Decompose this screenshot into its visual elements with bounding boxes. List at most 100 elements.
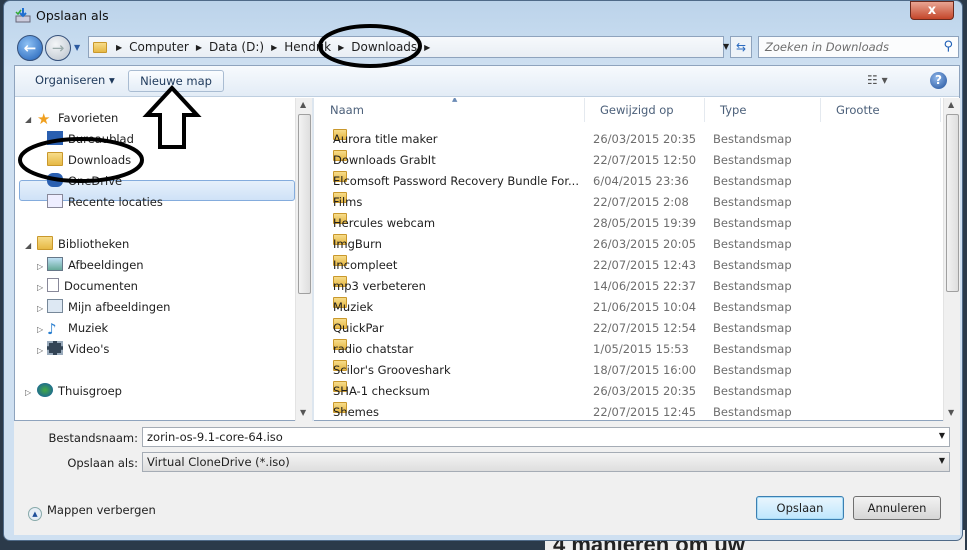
forward-button[interactable]: → xyxy=(45,35,71,61)
chevron-right-icon[interactable]: ▶ xyxy=(421,43,433,52)
save-options: Bestandsnaam: zorin-os-9.1-core-64.iso ▼ … xyxy=(14,421,960,535)
search-icon[interactable]: ⚲ xyxy=(943,39,953,54)
search-placeholder: Zoeken in Downloads xyxy=(765,40,889,54)
scroll-thumb[interactable] xyxy=(946,114,959,292)
refresh-button[interactable]: ⇆ xyxy=(730,36,752,58)
expand-icon[interactable]: ▷ xyxy=(37,346,43,355)
chevron-right-icon[interactable]: ▶ xyxy=(268,43,280,52)
file-row[interactable]: Aurora title maker 26/03/2015 20:35 Best… xyxy=(315,129,943,150)
nav-scrollbar[interactable]: ▲ ▼ xyxy=(295,98,312,421)
expand-icon[interactable]: ▷ xyxy=(25,388,31,397)
nav-item-recent[interactable]: Recente locaties xyxy=(47,192,163,212)
scroll-down-icon[interactable]: ▼ xyxy=(300,408,306,417)
file-row[interactable]: Incompleet 22/07/2015 12:43 Bestandsmap xyxy=(315,255,943,276)
dropdown-arrow-icon[interactable]: ▼ xyxy=(939,431,945,440)
save-button[interactable]: Opslaan xyxy=(756,496,844,520)
cancel-button[interactable]: Annuleren xyxy=(853,496,941,520)
nav-homegroup[interactable]: Thuisgroep xyxy=(37,381,122,401)
nav-label: Favorieten xyxy=(58,111,119,125)
file-row[interactable]: Downloads GrabIt 22/07/2015 12:50 Bestan… xyxy=(315,150,943,171)
nav-libraries[interactable]: Bibliotheken xyxy=(37,234,129,254)
expand-icon[interactable]: ▷ xyxy=(37,262,43,271)
file-row[interactable]: Muziek 21/06/2015 10:04 Bestandsmap xyxy=(315,297,943,318)
arrow-right-icon: → xyxy=(51,39,65,57)
chevron-right-icon[interactable]: ▶ xyxy=(193,43,205,52)
homegroup-icon xyxy=(37,383,53,397)
column-header-name[interactable]: Naam xyxy=(315,98,585,122)
help-icon[interactable]: ? xyxy=(930,72,947,89)
file-modified: 22/07/2015 2:08 xyxy=(593,195,689,209)
history-dropdown-icon[interactable]: ▼ xyxy=(74,43,80,52)
view-options-icon[interactable]: ☷ ▾ xyxy=(867,70,888,92)
file-row[interactable]: QuickPar 22/07/2015 12:54 Bestandsmap xyxy=(315,318,943,339)
nav-item-videos[interactable]: Video's xyxy=(47,339,109,359)
breadcrumb-data-d[interactable]: Data (D:) xyxy=(205,40,268,54)
file-list: Naam Gewijzigd op Type Grootte ▲ Aurora … xyxy=(315,98,943,421)
nav-item-pictures[interactable]: Afbeeldingen xyxy=(47,255,144,275)
chevron-up-icon: ▲ xyxy=(28,507,42,521)
save-type-value: Virtual CloneDrive (*.iso) xyxy=(147,455,290,469)
nav-item-documents[interactable]: Documenten xyxy=(47,276,138,296)
file-name: Aurora title maker xyxy=(333,132,438,146)
nav-favorites[interactable]: ★ Favorieten xyxy=(37,108,118,128)
new-folder-button[interactable]: Nieuwe map xyxy=(128,70,224,92)
organize-menu[interactable]: Organiseren ▾ xyxy=(35,70,115,92)
column-header-modified[interactable]: Gewijzigd op xyxy=(585,98,705,122)
file-modified: 26/03/2015 20:35 xyxy=(593,132,697,146)
file-row[interactable]: ImgBurn 26/03/2015 20:05 Bestandsmap xyxy=(315,234,943,255)
scroll-thumb[interactable] xyxy=(298,114,311,294)
file-name: SHA-1 checksum xyxy=(333,384,430,398)
back-button[interactable]: ← xyxy=(17,35,43,61)
breadcrumb-computer[interactable]: Computer xyxy=(125,40,193,54)
file-row[interactable]: Scilor's Grooveshark 18/07/2015 16:00 Be… xyxy=(315,360,943,381)
nav-label: Bibliotheken xyxy=(58,237,130,251)
nav-item-desktop[interactable]: Bureaublad xyxy=(47,129,134,149)
file-modified: 28/05/2015 19:39 xyxy=(593,216,697,230)
pane-divider[interactable] xyxy=(312,98,314,421)
column-header-type[interactable]: Type xyxy=(705,98,821,122)
file-list-scrollbar[interactable]: ▲ ▼ xyxy=(943,98,960,421)
recent-places-icon xyxy=(47,194,63,208)
scroll-up-icon[interactable]: ▲ xyxy=(300,100,306,109)
file-row[interactable]: radio chatstar 1/05/2015 15:53 Bestandsm… xyxy=(315,339,943,360)
document-icon xyxy=(47,278,59,292)
file-modified: 26/03/2015 20:05 xyxy=(593,237,697,251)
hide-folders-toggle[interactable]: ▲ Mappen verbergen xyxy=(28,503,156,521)
arrow-left-icon: ← xyxy=(23,39,37,57)
file-modified: 22/07/2015 12:54 xyxy=(593,321,697,335)
filename-input[interactable]: zorin-os-9.1-core-64.iso ▼ xyxy=(142,427,950,447)
nav-label: OneDrive xyxy=(68,174,123,188)
file-row[interactable]: mp3 verbeteren 14/06/2015 22:37 Bestands… xyxy=(315,276,943,297)
collapse-icon[interactable]: ◢ xyxy=(25,241,31,250)
scroll-up-icon[interactable]: ▲ xyxy=(948,100,954,109)
file-row[interactable]: Hercules webcam 28/05/2015 19:39 Bestand… xyxy=(315,213,943,234)
file-name: Muziek xyxy=(333,300,374,314)
file-row[interactable]: Shemes 22/07/2015 12:45 Bestandsmap xyxy=(315,402,943,421)
nav-item-music[interactable]: ♪ Muziek xyxy=(47,318,108,338)
close-button[interactable]: x xyxy=(910,1,954,20)
scroll-down-icon[interactable]: ▼ xyxy=(948,408,954,417)
expand-icon[interactable]: ▷ xyxy=(37,325,43,334)
collapse-icon[interactable]: ◢ xyxy=(25,115,31,124)
file-type: Bestandsmap xyxy=(713,363,792,377)
nav-item-my-pictures[interactable]: Mijn afbeeldingen xyxy=(47,297,170,317)
file-row[interactable]: SHA-1 checksum 26/03/2015 20:35 Bestands… xyxy=(315,381,943,402)
expand-icon[interactable]: ▷ xyxy=(37,283,43,292)
address-bar[interactable]: ▶ Computer ▶ Data (D:) ▶ Hendrik ▶ Downl… xyxy=(88,36,724,58)
save-type-select[interactable]: Virtual CloneDrive (*.iso) ▼ xyxy=(142,452,950,472)
nav-label: Bureaublad xyxy=(68,132,134,146)
breadcrumb-downloads[interactable]: Downloads xyxy=(347,40,421,54)
chevron-right-icon[interactable]: ▶ xyxy=(335,43,347,52)
search-input[interactable]: Zoeken in Downloads ⚲ xyxy=(758,36,959,58)
breadcrumb-hendrik[interactable]: Hendrik xyxy=(280,40,335,54)
file-row[interactable]: Films 22/07/2015 2:08 Bestandsmap xyxy=(315,192,943,213)
file-modified: 22/07/2015 12:45 xyxy=(593,405,697,419)
column-header-size[interactable]: Grootte xyxy=(821,98,941,122)
chevron-right-icon[interactable]: ▶ xyxy=(113,43,125,52)
expand-icon[interactable]: ▷ xyxy=(37,304,43,313)
nav-item-onedrive[interactable]: OneDrive xyxy=(47,171,122,191)
file-row[interactable]: Elcomsoft Password Recovery Bundle For..… xyxy=(315,171,943,192)
filename-label: Bestandsnaam: xyxy=(48,431,138,445)
nav-label: Thuisgroep xyxy=(58,384,122,398)
nav-item-downloads[interactable]: Downloads xyxy=(47,150,131,170)
